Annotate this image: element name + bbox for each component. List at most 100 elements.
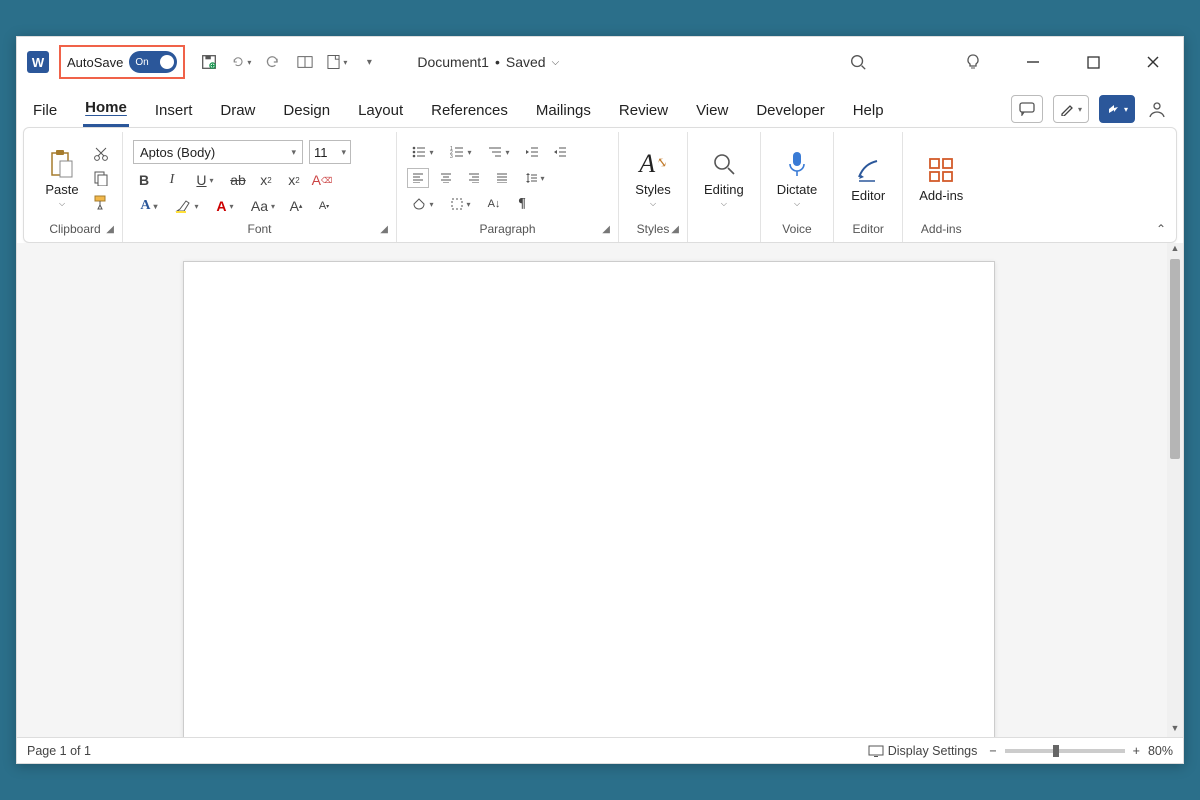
zoom-controls: − + 80% — [989, 744, 1173, 758]
grow-font-button[interactable]: A▴ — [285, 196, 307, 216]
align-center-button[interactable] — [435, 168, 457, 188]
styles-group-label: Styles◢ — [629, 222, 677, 240]
tab-mailings[interactable]: Mailings — [534, 96, 593, 127]
tab-insert[interactable]: Insert — [153, 96, 195, 127]
justify-button[interactable] — [491, 168, 513, 188]
bold-button[interactable]: B — [133, 170, 155, 190]
decrease-indent-button[interactable] — [521, 142, 543, 162]
numbering-button[interactable]: 123 — [445, 142, 477, 162]
tab-review[interactable]: Review — [617, 96, 670, 127]
subscript-button[interactable]: x2 — [255, 170, 277, 190]
shading-button[interactable] — [407, 194, 439, 214]
vertical-scrollbar[interactable]: ▲ ▼ — [1167, 243, 1183, 737]
paste-button[interactable]: Paste ⌵ — [38, 146, 86, 211]
scroll-down-icon[interactable]: ▼ — [1171, 723, 1180, 737]
comments-button[interactable] — [1011, 95, 1043, 123]
zoom-level[interactable]: 80% — [1148, 744, 1173, 758]
document-title[interactable]: Document1 • Saved ⌵ — [417, 54, 559, 70]
change-case-button[interactable]: Aa — [247, 196, 279, 216]
zoom-slider[interactable] — [1005, 749, 1125, 753]
dot: • — [495, 54, 500, 70]
styles-button[interactable]: A⤡ Styles ⌵ — [629, 146, 677, 211]
superscript-button[interactable]: x2 — [283, 170, 305, 190]
addins-button[interactable]: Add-ins — [913, 152, 969, 205]
save-icon[interactable] — [199, 52, 219, 72]
window-controls — [963, 52, 1163, 72]
borders-button[interactable] — [445, 194, 477, 214]
dictate-button[interactable]: Dictate ⌵ — [771, 146, 823, 211]
format-painter-icon[interactable] — [90, 192, 112, 212]
zoom-in-button[interactable]: + — [1133, 744, 1140, 758]
tab-help[interactable]: Help — [851, 96, 886, 127]
strikethrough-button[interactable]: ab — [227, 170, 249, 190]
font-size-select[interactable]: 11▾ — [309, 140, 351, 164]
account-icon[interactable] — [1145, 97, 1169, 121]
editing-group-label — [698, 222, 750, 240]
cut-icon[interactable] — [90, 144, 112, 164]
underline-button[interactable]: U — [189, 170, 221, 190]
launcher-icon[interactable]: ◢ — [602, 224, 610, 235]
collapse-ribbon-icon[interactable]: ⌃ — [1156, 222, 1166, 236]
tab-design[interactable]: Design — [281, 96, 332, 127]
qat-customize-icon[interactable]: ▾ — [359, 52, 379, 72]
line-spacing-button[interactable] — [519, 168, 551, 188]
title-bar: W AutoSave On ▾ Document1 • Saved ⌵ — [17, 37, 1183, 87]
share-button[interactable]: ▾ — [1099, 95, 1135, 123]
addins-label: Add-ins — [919, 188, 963, 203]
group-addins: Add-ins Add-ins — [903, 132, 979, 242]
show-marks-button[interactable]: ¶ — [511, 194, 533, 214]
bullets-button[interactable] — [407, 142, 439, 162]
text-effects-button[interactable]: A — [133, 196, 165, 216]
launcher-icon[interactable]: ◢ — [106, 224, 114, 235]
editor-group-label: Editor — [844, 222, 892, 240]
multilevel-list-button[interactable] — [483, 142, 515, 162]
group-editing: Editing ⌵ — [688, 132, 761, 242]
align-right-button[interactable] — [463, 168, 485, 188]
minimize-button[interactable] — [1023, 52, 1043, 72]
editing-button[interactable]: Editing ⌵ — [698, 146, 750, 211]
launcher-icon[interactable]: ◢ — [671, 224, 679, 235]
clear-format-icon[interactable]: A⌫ — [311, 170, 333, 190]
tab-file[interactable]: File — [31, 96, 59, 127]
paragraph-group-label: Paragraph◢ — [407, 222, 608, 240]
group-voice: Dictate ⌵ Voice — [761, 132, 834, 242]
styles-label: Styles — [635, 182, 670, 197]
zoom-out-button[interactable]: − — [989, 744, 996, 758]
qat-grid-icon[interactable] — [295, 52, 315, 72]
close-button[interactable] — [1143, 52, 1163, 72]
tab-draw[interactable]: Draw — [218, 96, 257, 127]
launcher-icon[interactable]: ◢ — [380, 224, 388, 235]
italic-button[interactable]: I — [161, 170, 183, 190]
chevron-down-icon: ⌵ — [650, 199, 656, 209]
display-settings-button[interactable]: Display Settings — [868, 744, 978, 758]
redo-button[interactable] — [263, 52, 283, 72]
lightbulb-icon[interactable] — [963, 52, 983, 72]
tab-home[interactable]: Home — [83, 93, 129, 127]
qat-page-icon[interactable] — [327, 52, 347, 72]
tab-view[interactable]: View — [694, 96, 730, 127]
font-name-select[interactable]: Aptos (Body)▾ — [133, 140, 303, 164]
tab-developer[interactable]: Developer — [754, 96, 826, 127]
autosave-toggle[interactable]: On — [129, 51, 177, 73]
tab-layout[interactable]: Layout — [356, 96, 405, 127]
doc-name: Document1 — [417, 54, 489, 70]
maximize-button[interactable] — [1083, 52, 1103, 72]
highlight-button[interactable] — [171, 196, 203, 216]
align-left-button[interactable] — [407, 168, 429, 188]
editing-mode-button[interactable]: ▾ — [1053, 95, 1089, 123]
sort-button[interactable]: A↓ — [483, 194, 505, 214]
increase-indent-button[interactable] — [549, 142, 571, 162]
search-icon[interactable] — [849, 53, 867, 71]
chevron-down-icon: ⌵ — [794, 199, 800, 209]
undo-button[interactable] — [231, 52, 251, 72]
copy-icon[interactable] — [90, 168, 112, 188]
scroll-thumb[interactable] — [1170, 259, 1180, 459]
tab-references[interactable]: References — [429, 96, 510, 127]
autosave-highlight: AutoSave On — [59, 45, 185, 79]
shrink-font-button[interactable]: A▾ — [313, 196, 335, 216]
document-page[interactable] — [183, 261, 995, 737]
font-color-button[interactable]: A — [209, 196, 241, 216]
page-indicator[interactable]: Page 1 of 1 — [27, 744, 91, 758]
editor-button[interactable]: Editor — [844, 152, 892, 205]
scroll-up-icon[interactable]: ▲ — [1171, 243, 1180, 257]
